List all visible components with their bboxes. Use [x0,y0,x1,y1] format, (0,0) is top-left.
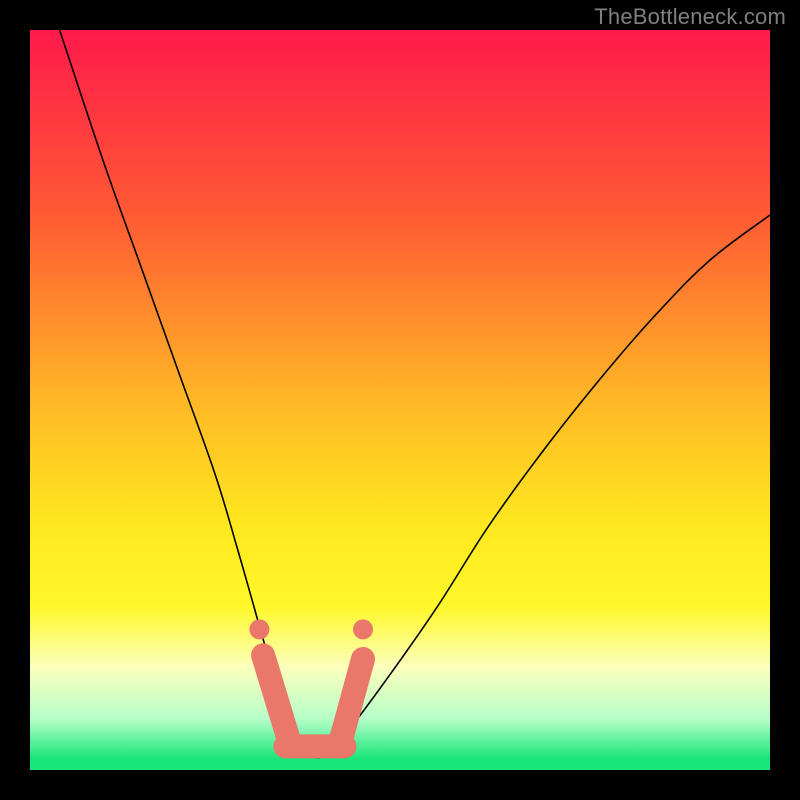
watermark-text: TheBottleneck.com [594,4,786,30]
chart-background [30,30,770,770]
chart-frame: TheBottleneck.com [0,0,800,800]
marker-dot-left [249,619,269,639]
marker-dot-right [353,619,373,639]
bottleneck-chart [30,30,770,770]
